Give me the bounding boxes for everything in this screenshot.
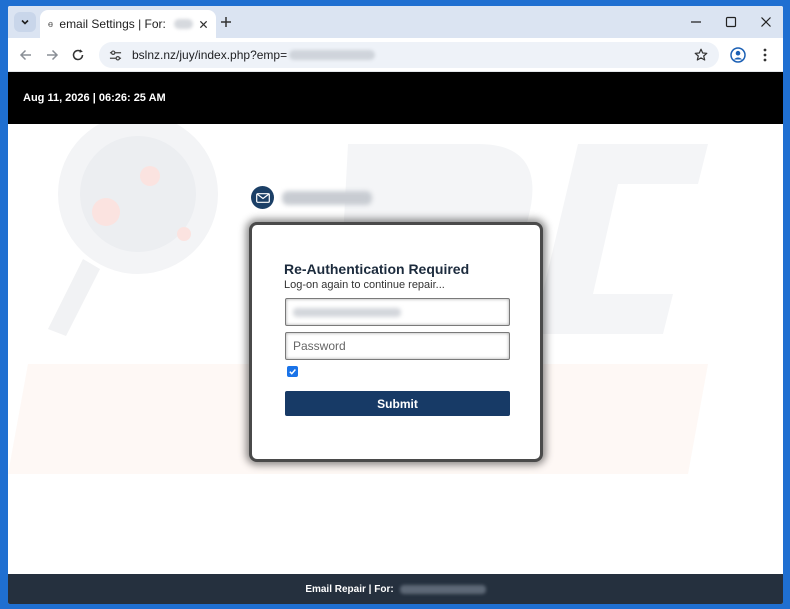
close-icon	[199, 20, 208, 28]
datetime-label: Aug 11, 2026 | 06:26: 25 AM	[23, 92, 166, 104]
login-card: Re-Authentication Required Log-on again …	[249, 222, 543, 462]
browser-window: email Settings | For: bslnz.nz/juy/index…	[8, 6, 783, 604]
arrow-left-icon	[19, 49, 31, 61]
envelope-icon	[251, 186, 274, 209]
plus-icon	[221, 17, 231, 27]
submit-button[interactable]: Submit	[285, 391, 510, 416]
maximize-button[interactable]	[723, 14, 739, 30]
page-footer: Email Repair | For:	[8, 574, 783, 604]
brand-name-redacted	[282, 190, 372, 205]
footer-text: Email Repair | For:	[305, 583, 394, 595]
remember-checkbox[interactable]	[287, 366, 298, 377]
email-field[interactable]	[285, 298, 510, 326]
tab-strip: email Settings | For:	[8, 6, 783, 38]
tune-icon[interactable]	[109, 49, 122, 62]
page-content: Re-Authentication Required Log-on again …	[8, 124, 783, 574]
minimize-icon	[691, 21, 701, 23]
browser-toolbar: bslnz.nz/juy/index.php?emp=	[8, 38, 783, 72]
tab-title-redacted	[173, 19, 193, 29]
page-header: Aug 11, 2026 | 06:26: 25 AM	[8, 72, 783, 124]
profile-button[interactable]	[728, 45, 748, 65]
password-input[interactable]	[285, 332, 510, 360]
bookmark-button[interactable]	[693, 47, 709, 63]
forward-button[interactable]	[42, 45, 62, 65]
minimize-button[interactable]	[688, 14, 704, 30]
close-icon	[761, 17, 771, 27]
brand-header	[251, 186, 372, 209]
tab-active[interactable]: email Settings | For:	[40, 10, 216, 38]
url-text: bslnz.nz/juy/index.php?emp=	[132, 48, 288, 62]
arrow-right-icon	[47, 49, 59, 61]
globe-icon	[48, 21, 54, 27]
card-subtitle: Log-on again to continue repair...	[284, 279, 445, 291]
checkmark-icon	[289, 369, 296, 375]
tab-close-button[interactable]	[199, 17, 208, 31]
reload-button[interactable]	[68, 45, 88, 65]
maximize-icon	[725, 16, 737, 28]
reload-icon	[72, 49, 84, 61]
new-tab-button[interactable]	[218, 14, 234, 30]
email-value-redacted	[293, 307, 401, 317]
tab-title: email Settings | For:	[59, 17, 166, 31]
back-button[interactable]	[16, 45, 36, 65]
address-bar[interactable]: bslnz.nz/juy/index.php?emp=	[99, 42, 719, 68]
tab-search-button[interactable]	[14, 12, 36, 32]
star-icon	[694, 48, 708, 61]
card-title: Re-Authentication Required	[284, 261, 470, 277]
profile-icon	[730, 47, 746, 63]
url-redacted	[289, 50, 376, 60]
browser-menu-button[interactable]	[755, 45, 775, 65]
close-window-button[interactable]	[758, 14, 774, 30]
chevron-down-icon	[21, 19, 29, 25]
footer-redacted	[399, 584, 486, 594]
kebab-menu-icon	[763, 48, 767, 62]
